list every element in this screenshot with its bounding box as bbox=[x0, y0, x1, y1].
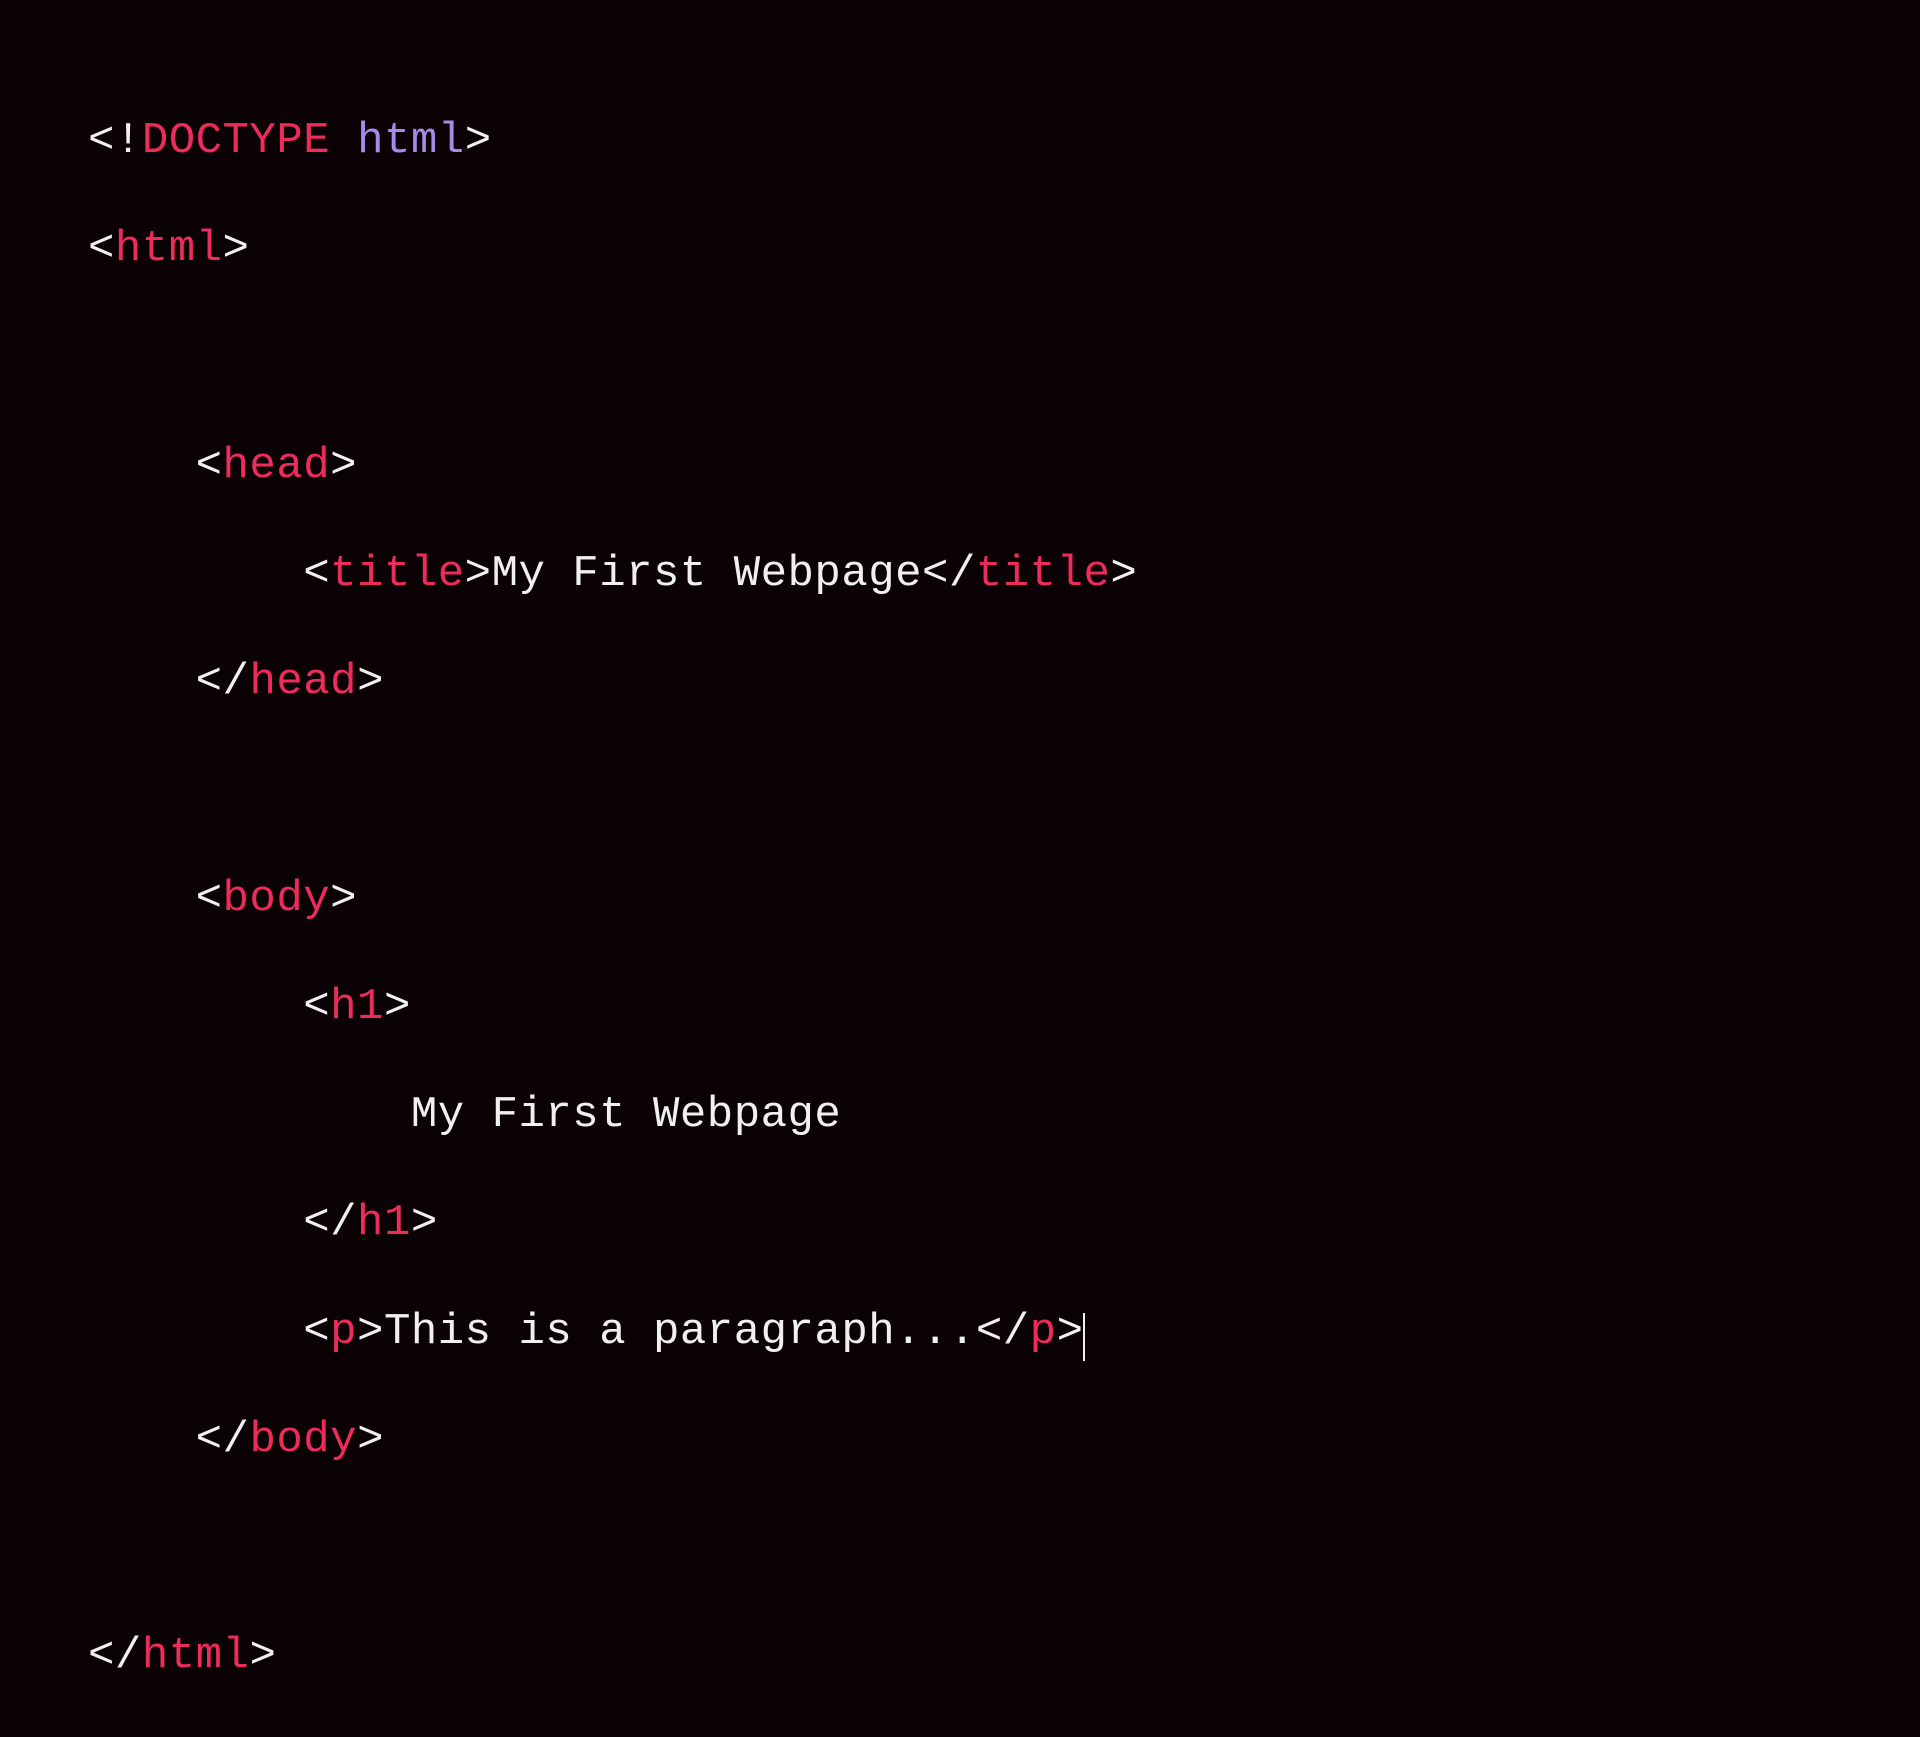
h1-text: My First Webpage bbox=[411, 1090, 841, 1140]
bracket-open: </ bbox=[976, 1307, 1030, 1357]
code-line-11[interactable]: </h1> bbox=[88, 1196, 1920, 1250]
bracket-close: > bbox=[249, 1631, 276, 1681]
bracket-open: </ bbox=[196, 1415, 250, 1465]
head-close-tag: head bbox=[249, 657, 357, 707]
head-tag: head bbox=[223, 441, 331, 491]
title-text: My First Webpage bbox=[492, 549, 922, 599]
h1-close-tag: h1 bbox=[357, 1198, 411, 1248]
bracket-close: > bbox=[1110, 549, 1137, 599]
bracket-close: > bbox=[357, 657, 384, 707]
p-tag: p bbox=[330, 1307, 357, 1357]
html-close-tag: html bbox=[142, 1631, 250, 1681]
code-line-1[interactable]: <!DOCTYPE html> bbox=[88, 114, 1920, 168]
html-tag: html bbox=[115, 224, 223, 274]
p-close-tag: p bbox=[1030, 1307, 1057, 1357]
bracket-open: < bbox=[88, 224, 115, 274]
doctype-keyword: DOCTYPE bbox=[142, 116, 330, 166]
bracket-close: > bbox=[357, 1415, 384, 1465]
code-line-6[interactable]: </head> bbox=[88, 655, 1920, 709]
bracket-open: <! bbox=[88, 116, 142, 166]
bracket-close: > bbox=[465, 549, 492, 599]
bracket-close: > bbox=[465, 116, 492, 166]
bracket-open: < bbox=[303, 549, 330, 599]
bracket-close: > bbox=[357, 1307, 384, 1357]
body-close-tag: body bbox=[249, 1415, 357, 1465]
p-text: This is a paragraph... bbox=[384, 1307, 976, 1357]
bracket-open: </ bbox=[922, 549, 976, 599]
html-keyword: html bbox=[357, 116, 465, 166]
code-line-3[interactable] bbox=[88, 331, 1920, 385]
bracket-open: < bbox=[303, 1307, 330, 1357]
code-line-14[interactable] bbox=[88, 1521, 1920, 1575]
code-line-12[interactable]: <p>This is a paragraph...</p> bbox=[88, 1305, 1920, 1359]
code-line-10[interactable]: My First Webpage bbox=[88, 1088, 1920, 1142]
code-line-7[interactable] bbox=[88, 763, 1920, 817]
bracket-open: </ bbox=[196, 657, 250, 707]
code-line-5[interactable]: <title>My First Webpage</title> bbox=[88, 547, 1920, 601]
code-line-8[interactable]: <body> bbox=[88, 872, 1920, 926]
bracket-open: </ bbox=[303, 1198, 357, 1248]
space bbox=[330, 116, 357, 166]
bracket-open: < bbox=[196, 441, 223, 491]
h1-tag: h1 bbox=[330, 982, 384, 1032]
bracket-close: > bbox=[411, 1198, 438, 1248]
bracket-open: </ bbox=[88, 1631, 142, 1681]
code-line-15[interactable]: </html> bbox=[88, 1629, 1920, 1683]
title-close-tag: title bbox=[976, 549, 1111, 599]
code-line-13[interactable]: </body> bbox=[88, 1413, 1920, 1467]
code-line-4[interactable]: <head> bbox=[88, 439, 1920, 493]
bracket-open: < bbox=[303, 982, 330, 1032]
bracket-open: < bbox=[196, 874, 223, 924]
bracket-close: > bbox=[223, 224, 250, 274]
body-tag: body bbox=[223, 874, 331, 924]
code-line-9[interactable]: <h1> bbox=[88, 980, 1920, 1034]
bracket-close: > bbox=[384, 982, 411, 1032]
bracket-close: > bbox=[330, 874, 357, 924]
code-editor[interactable]: <!DOCTYPE html> <html> <head> <title>My … bbox=[88, 60, 1920, 1737]
code-line-2[interactable]: <html> bbox=[88, 222, 1920, 276]
bracket-close: > bbox=[1057, 1307, 1084, 1357]
bracket-close: > bbox=[330, 441, 357, 491]
title-tag: title bbox=[330, 549, 465, 599]
